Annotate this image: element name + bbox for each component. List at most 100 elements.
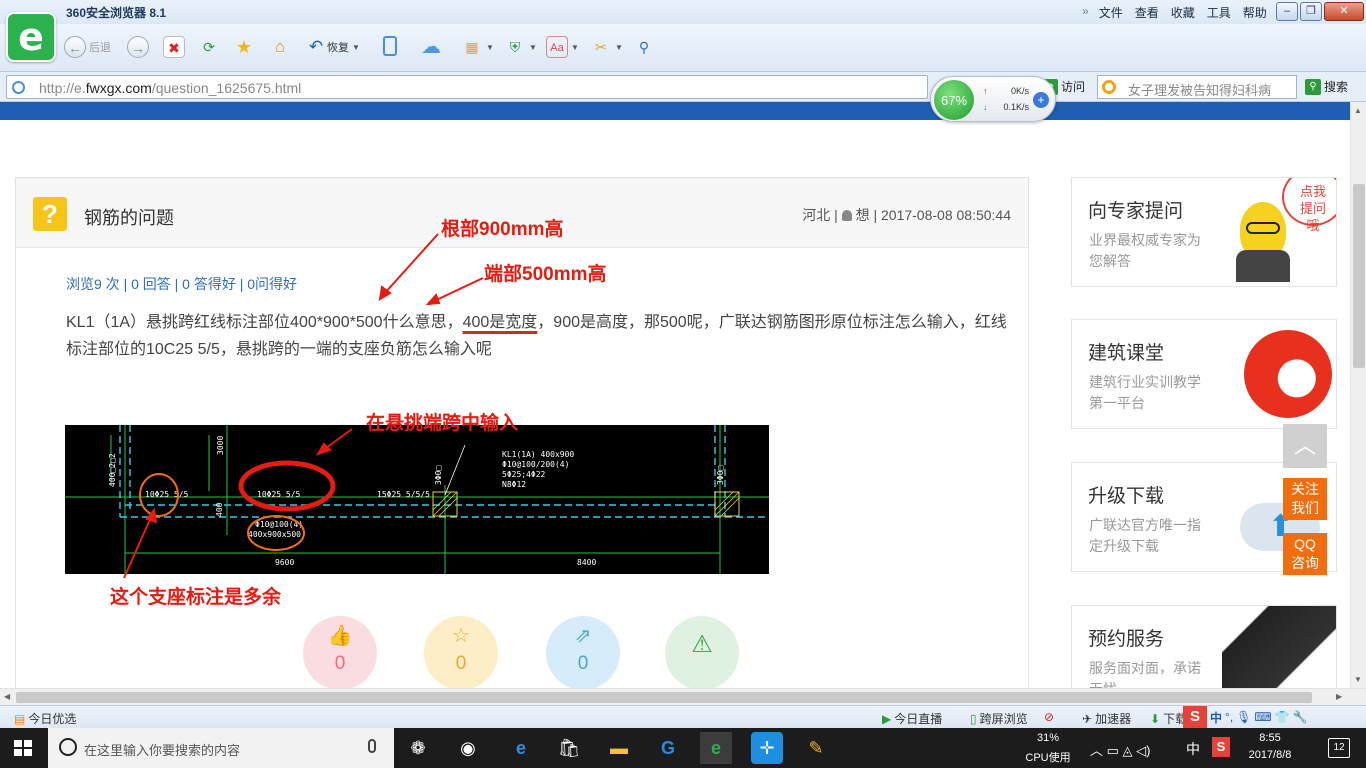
home-button[interactable]: ⌂ [269,36,291,58]
shield-icon: ⛨ [509,39,521,55]
edge-app-icon[interactable]: e [505,732,537,764]
active-browser-app-icon[interactable]: e [700,732,732,764]
up-arrow-icon: ↑ [983,86,988,96]
menu-chevron-icon[interactable]: » [1082,4,1089,21]
search-input[interactable]: 女子理发被告知得妇科病 [1097,75,1297,99]
rocket-icon: ✈ [1082,711,1093,726]
browser-title: 360安全浏览器 8.1 [66,6,167,20]
red-circle-annotation [238,460,336,512]
store-app-icon[interactable]: 🛍 [553,732,585,764]
follow-us-button[interactable]: 关注我们 [1283,478,1327,520]
taskbar-search-placeholder: 在这里输入你要搜索的内容 [84,743,241,758]
memory-ball[interactable]: 67% [933,79,975,121]
restore-tabs-button[interactable]: ↶ 恢复 ▼ [305,36,360,58]
horizontal-scroll-thumb[interactable] [16,692,1312,703]
apps-grid-icon: ▦ [465,39,479,55]
teamviewer-app-icon[interactable]: ✛ [751,732,783,764]
restore-button[interactable]: ❐ [1300,2,1322,21]
sidebar-card-appointment[interactable]: 预约服务 服务面对面，承诺无忧 [1071,605,1337,688]
forward-button[interactable]: → [127,36,149,58]
restore-label: 恢复 [327,42,349,54]
clock-time[interactable]: 8:55 [1240,732,1300,744]
question-card: ? 钢筋的问题 河北 | 想 | 2017-08-08 08:50:44 浏览9… [15,177,1029,688]
security-button[interactable]: ⛨ ▼ [504,36,537,58]
browser-toolbar: ← 后退 → ✖ ⟳ ★ ⌂ ↶ 恢复 ▼ ☁ ▦ ▼ ⛨ ▼ Aa ▼ ✂ ▼ ⚲ [0,24,1366,72]
home-icon: ⌂ [274,37,286,56]
ad-block-icon[interactable]: ⊘ [1044,710,1054,724]
minimize-button[interactable]: – [1276,2,1298,21]
stop-button[interactable]: ✖ [163,36,185,58]
sogou-tray-icon[interactable]: S [1212,737,1230,757]
clock-date[interactable]: 2017/8/8 [1240,749,1300,761]
ime-indicator[interactable]: 中 [1186,739,1200,759]
window-controls: – ❐ ✕ [1276,2,1364,21]
today-picks[interactable]: ▤ 今日优选 [14,710,76,727]
sogou-ime-bar[interactable]: S 中 °, 🎙 ⌨ 👕 🔧 [1183,706,1308,728]
sidebar-card-ask-expert[interactable]: 向专家提问 业界最权威专家为您解答 点我提问哦 [1071,177,1337,287]
sidebar-card-title: 预约服务 [1088,629,1165,650]
cad-drawing-image[interactable]: 400□2□2 3000 10Φ25 5/5 10Φ25 5/5 15Φ25 5… [65,425,769,574]
back-to-top-button[interactable]: ︿ [1283,424,1327,468]
scroll-left-icon: ◀ [4,692,11,701]
refresh-button[interactable]: ⟳ [198,36,220,58]
translate-button[interactable]: Aa ▼ [546,36,579,58]
sidebar-card-course[interactable]: 建筑课堂 建筑行业实训教学第一平台 [1071,319,1337,429]
scroll-down-icon: ▼ [1354,675,1362,684]
menu-tools[interactable]: 工具 [1207,4,1231,21]
explorer-app-icon[interactable]: ▬ [603,732,635,764]
glodon-app-icon[interactable]: G [652,732,684,764]
vertical-scroll-thumb[interactable] [1353,184,1365,368]
cad-label: 3000 [216,436,225,455]
cross-screen[interactable]: ▯ 跨屏浏览 [970,710,1028,727]
cad-label: 400 [215,502,224,517]
notes-app-icon[interactable]: ✎ [800,732,832,764]
menu-file[interactable]: 文件 [1099,4,1123,21]
zoom-button[interactable]: ⚲ [633,36,655,58]
close-button[interactable]: ✕ [1324,2,1364,21]
microphone-icon [368,739,376,753]
download-manager[interactable]: ⬇ 下载 [1150,710,1187,727]
menu-favorites[interactable]: 收藏 [1171,4,1195,21]
collect-button[interactable]: ☆ 0 [424,616,498,688]
qq-consult-button[interactable]: QQ咨询 [1283,533,1327,575]
caret-down-icon: ▼ [352,42,360,52]
menu-view[interactable]: 查看 [1135,4,1159,21]
share-button[interactable]: ⇗ 0 [546,616,620,688]
notification-center-button[interactable]: 12 [1328,738,1350,758]
cloud-button[interactable]: ☁ [416,36,446,58]
apps-button[interactable]: ▦ ▼ [461,36,494,58]
url-input[interactable]: http://e.fwxgx.com/question_1625675.html [6,75,928,99]
search-placeholder: 女子理发被告知得妇科病 [1128,83,1272,98]
question-author[interactable]: 想 [856,207,870,223]
taskbar-search[interactable]: 在这里输入你要搜索的内容 [48,728,394,768]
tray-icons[interactable]: ︿ ▭ ◬ ◁) [1090,740,1150,759]
scroll-right-icon: ▶ [1336,692,1343,701]
horizontal-scrollbar[interactable]: ◀ ▶ [0,688,1366,705]
plus-icon[interactable]: + [1033,92,1049,108]
network-speed-widget[interactable]: 67% ↑ 0K/s ↓ 0.1K/s + [930,76,1056,122]
cad-drawing-svg: 400□2□2 3000 10Φ25 5/5 10Φ25 5/5 15Φ25 5… [65,425,769,574]
back-button[interactable]: ← 后退 [64,36,111,58]
cad-label: 3Φ0□ [716,466,725,485]
search-button[interactable]: ⚲ 搜索 [1305,78,1348,95]
search-engine-icon [1102,80,1116,94]
today-live[interactable]: ▶ 今日直播 [882,710,942,727]
favorites-button[interactable]: ★ [233,36,255,58]
start-button[interactable] [14,740,32,756]
taskview-app-icon[interactable]: ❁ [402,732,434,764]
globe-icon [12,81,25,94]
browser-360se-app-icon[interactable]: ◉ [452,732,484,764]
question-title: 钢筋的问题 [84,208,174,228]
annotation-root-height: 根部900mm高 [441,219,564,240]
caret-down-icon: ▼ [486,42,494,52]
screenshot-button[interactable]: ✂ ▼ [590,36,623,58]
like-button[interactable]: 👍 0 [303,616,377,688]
cad-label: 10Φ25 5/5 [145,490,189,499]
mobile-button[interactable] [383,36,397,56]
accelerator[interactable]: ✈ 加速器 [1082,710,1131,727]
cad-label: KL1(1A) 400x900 [502,450,574,459]
browser-logo[interactable]: e [6,12,56,62]
vertical-scrollbar[interactable]: ▲ ▼ [1350,102,1366,688]
report-button[interactable]: ⚠ [665,616,739,688]
menu-help[interactable]: 帮助 [1243,4,1267,21]
